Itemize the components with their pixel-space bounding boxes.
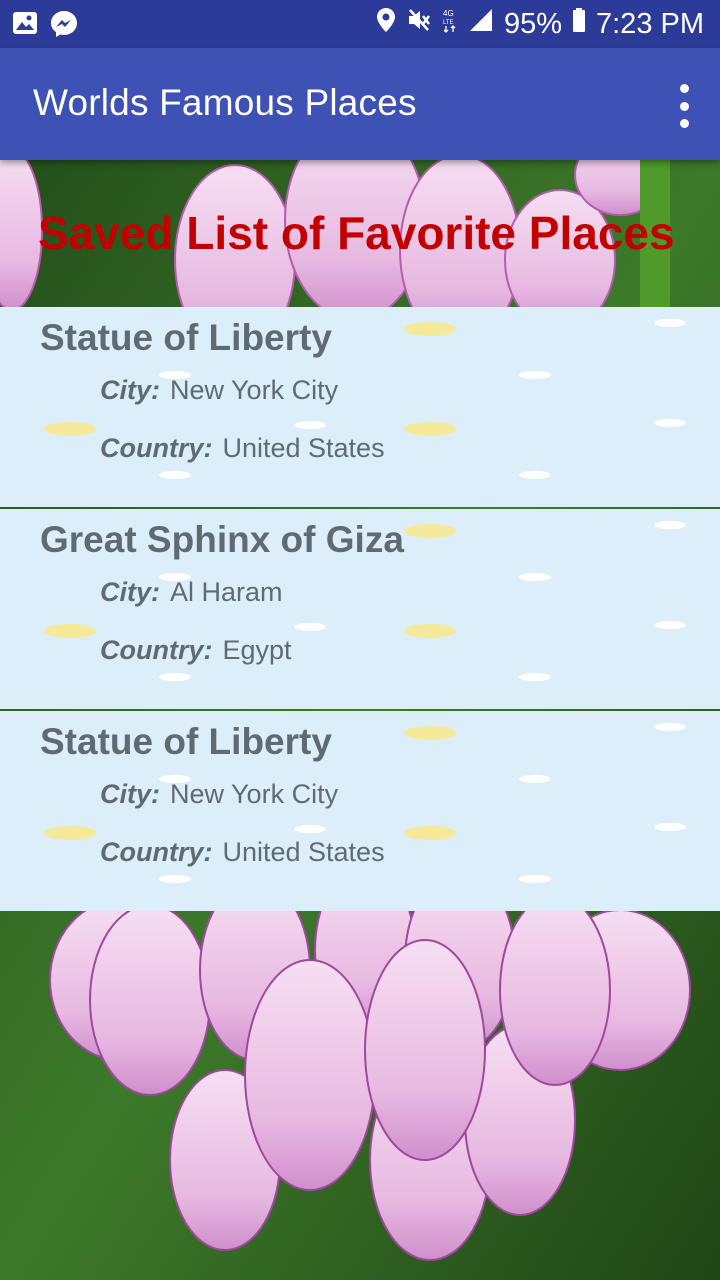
clock: 7:23 PM xyxy=(596,7,704,40)
messenger-icon xyxy=(50,10,78,43)
place-name: Statue of Liberty xyxy=(40,721,332,762)
country-value: United States xyxy=(222,433,385,463)
city-value: Al Haram xyxy=(170,577,283,607)
city-row: City: Al Haram xyxy=(100,577,283,608)
country-label: Country: xyxy=(100,635,213,665)
app-title: Worlds Famous Places xyxy=(33,82,417,123)
city-row: City: New York City xyxy=(100,779,338,810)
image-icon xyxy=(12,10,38,43)
place-card[interactable]: Statue of Liberty City: New York City Cou… xyxy=(0,307,720,507)
place-name: Great Sphinx of Giza xyxy=(40,519,404,560)
country-label: Country: xyxy=(100,433,213,463)
country-row: Country: United States xyxy=(100,433,385,464)
svg-text:4G: 4G xyxy=(443,9,454,18)
city-label: City: xyxy=(100,779,160,809)
country-row: Country: Egypt xyxy=(100,635,292,666)
country-value: Egypt xyxy=(222,635,292,665)
city-value: New York City xyxy=(170,375,339,405)
country-row: Country: United States xyxy=(100,837,385,868)
place-name: Statue of Liberty xyxy=(40,317,332,358)
saved-list-title: Saved List of Favorite Places xyxy=(38,207,675,259)
battery-percent: 95% xyxy=(503,7,562,40)
location-icon xyxy=(376,7,396,41)
battery-icon xyxy=(572,7,586,41)
city-label: City: xyxy=(100,375,160,405)
country-value: United States xyxy=(222,837,385,867)
city-label: City: xyxy=(100,577,160,607)
status-bar: 4G LTE 95% 7:23 PM xyxy=(0,0,720,48)
mute-icon xyxy=(406,7,432,41)
city-row: City: New York City xyxy=(100,375,338,406)
svg-text:LTE: LTE xyxy=(443,20,454,26)
more-vert-icon[interactable] xyxy=(672,84,696,128)
saved-places-list: Statue of Liberty City: New York City Cou… xyxy=(0,307,720,911)
city-value: New York City xyxy=(170,779,339,809)
country-label: Country: xyxy=(100,837,213,867)
app-bar: Worlds Famous Places xyxy=(0,48,720,160)
place-card[interactable]: Great Sphinx of Giza City: Al Haram Count… xyxy=(0,509,720,709)
signal-icon xyxy=(468,7,494,41)
data-4g-icon: 4G LTE xyxy=(442,7,458,41)
place-card[interactable]: Statue of Liberty City: New York City Cou… xyxy=(0,711,720,911)
